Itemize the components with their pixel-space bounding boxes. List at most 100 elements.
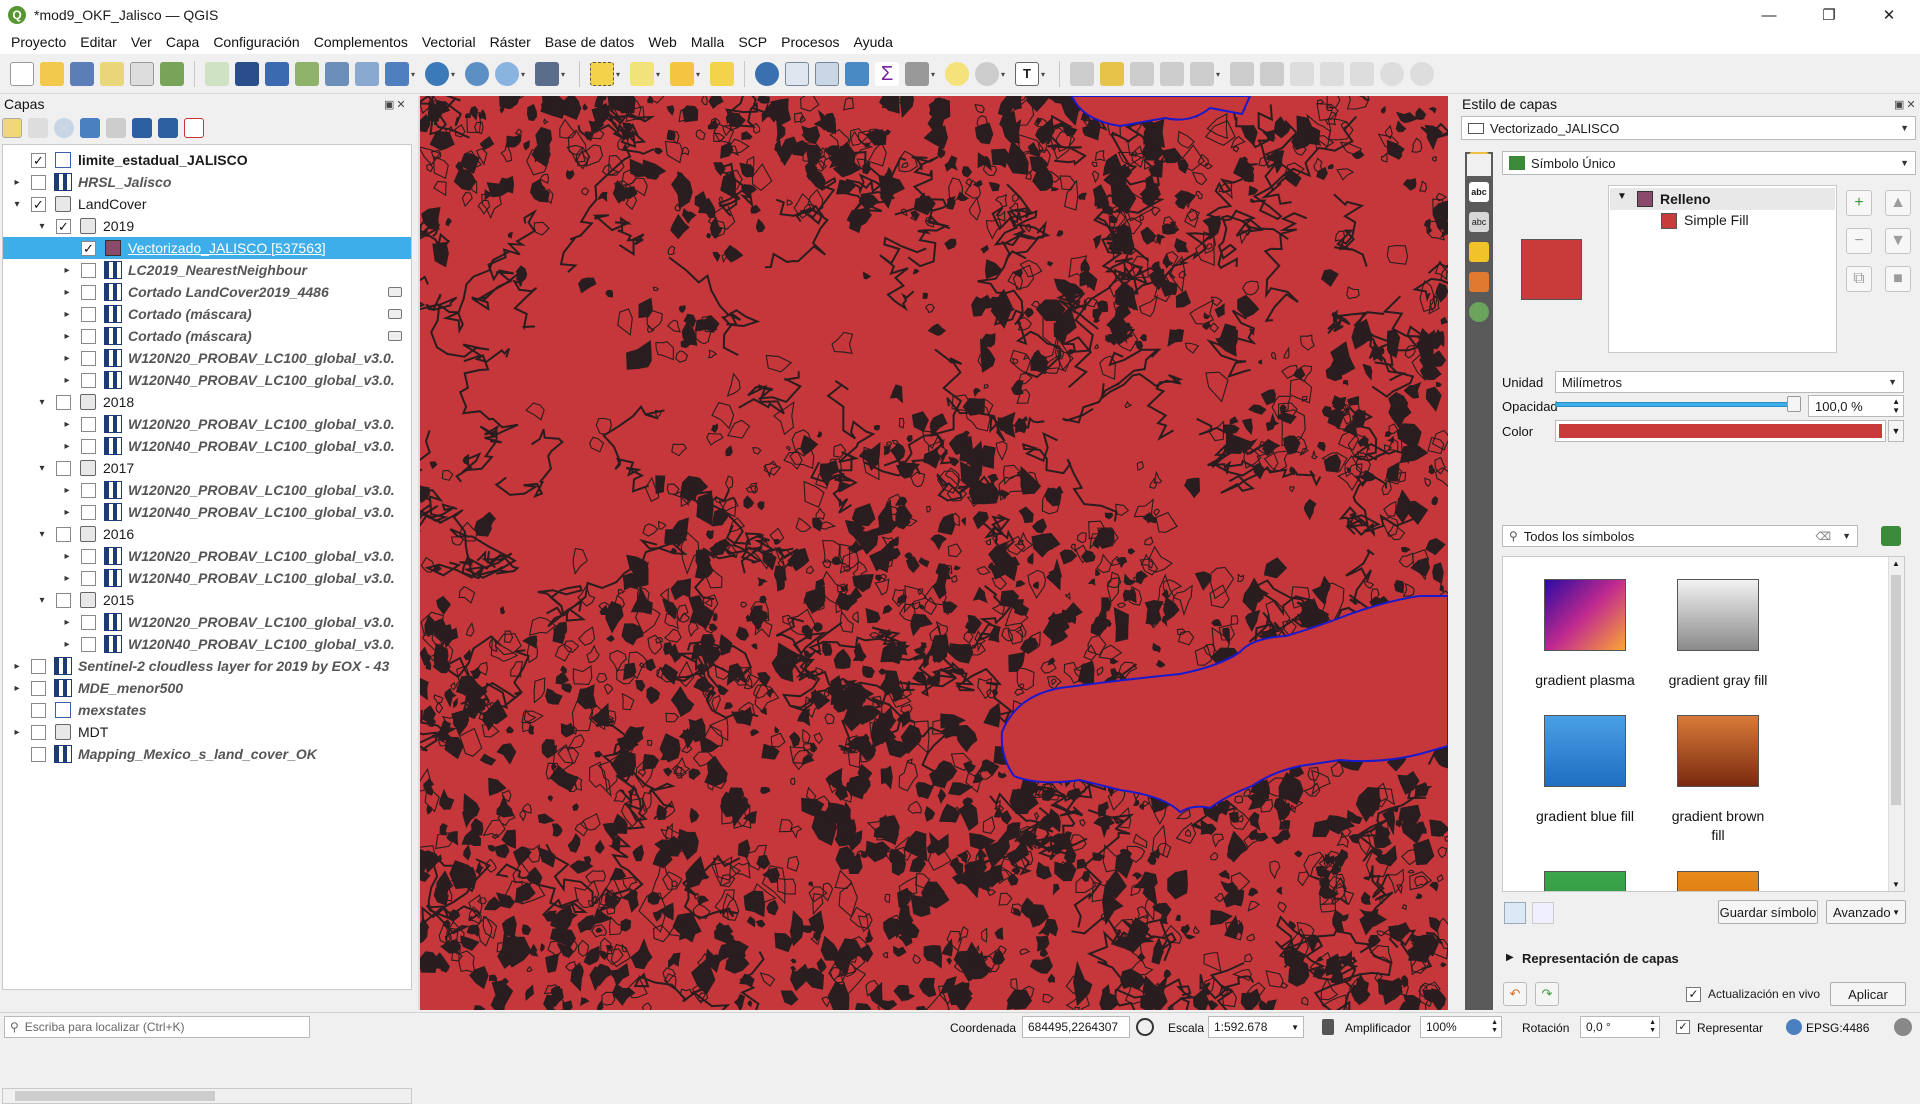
layer-row[interactable]: ▾ ✓ LandCover bbox=[3, 193, 411, 215]
cut-icon[interactable] bbox=[1290, 61, 1314, 86]
symbol-orange-fill[interactable] bbox=[1648, 871, 1788, 891]
new-layer-icon[interactable] bbox=[535, 61, 559, 86]
layer-row[interactable]: ▾ 2015 bbox=[3, 589, 411, 611]
scroll-up-icon[interactable]: ▲ bbox=[1892, 559, 1900, 568]
lock-icon[interactable]: ■ bbox=[1885, 266, 1911, 292]
layer-name[interactable]: 2018 bbox=[103, 394, 134, 410]
chevron-down-icon[interactable]: ▾ bbox=[36, 463, 48, 474]
layer-visibility-checkbox[interactable] bbox=[81, 438, 96, 454]
chevron-down-icon[interactable]: ▾ bbox=[411, 70, 419, 79]
layer-row[interactable]: ▸ W120N20_PROBAV_LC100_global_v3.0. bbox=[3, 347, 411, 369]
layer-visibility-checkbox[interactable] bbox=[31, 658, 46, 674]
symbol-child-label[interactable]: Simple Fill bbox=[1684, 212, 1749, 228]
chevron-right-icon[interactable]: ▸ bbox=[61, 375, 73, 386]
menu-procesos[interactable]: Procesos bbox=[774, 34, 846, 50]
zoom-tool-icon[interactable] bbox=[975, 61, 999, 86]
menu-raster[interactable]: Ráster bbox=[483, 34, 538, 50]
list-view-toggle-icon[interactable] bbox=[1532, 902, 1554, 924]
chevron-right-icon[interactable]: ▸ bbox=[11, 177, 23, 188]
masks-tab-icon[interactable]: abc bbox=[1469, 212, 1489, 232]
symbol-green-fill[interactable] bbox=[1515, 871, 1655, 891]
scrollbar-thumb[interactable] bbox=[1891, 575, 1901, 805]
symbol-search-input[interactable]: ⚲ Todos los símbolos ⌫ ▼ bbox=[1502, 525, 1858, 547]
chevron-right-icon[interactable]: ▸ bbox=[61, 573, 73, 584]
diagrams-tab-icon[interactable] bbox=[1469, 272, 1489, 292]
move-down-icon[interactable]: ▼ bbox=[1885, 228, 1911, 254]
measure-icon[interactable] bbox=[905, 61, 929, 86]
copy-icon[interactable] bbox=[1320, 61, 1344, 86]
layer-rendering-section[interactable]: Representación de capas bbox=[1522, 951, 1679, 966]
layer-name[interactable]: 2016 bbox=[103, 526, 134, 542]
menu-proyecto[interactable]: Proyecto bbox=[4, 34, 73, 50]
dock-close-icon[interactable]: ▣✕ bbox=[384, 98, 408, 111]
layer-row[interactable]: ▸ W120N20_PROBAV_LC100_global_v3.0. bbox=[3, 413, 411, 435]
embedded-widget-icon[interactable] bbox=[388, 287, 402, 297]
add-symbol-layer-icon[interactable]: + bbox=[1846, 190, 1872, 216]
render-checkbox[interactable]: ✓ bbox=[1676, 1020, 1690, 1034]
layer-name[interactable]: 2019 bbox=[103, 218, 134, 234]
layer-name[interactable]: mexstates bbox=[78, 702, 147, 718]
add-postgis-icon[interactable] bbox=[355, 61, 379, 86]
layer-name[interactable]: MDT bbox=[78, 724, 108, 740]
layer-visibility-checkbox[interactable]: ✓ bbox=[81, 240, 96, 256]
minimize-button[interactable]: — bbox=[1746, 0, 1792, 30]
lock-scale-icon[interactable] bbox=[1322, 1019, 1334, 1035]
add-wms-icon[interactable] bbox=[385, 61, 409, 86]
layer-visibility-checkbox[interactable] bbox=[31, 702, 46, 718]
symbol-gallery[interactable]: gradient plasma gradient gray fill gradi… bbox=[1502, 556, 1905, 892]
redo-icon[interactable]: ↷ bbox=[1535, 982, 1559, 1006]
unit-select[interactable]: Milímetros ▼ bbox=[1555, 371, 1904, 393]
layer-name[interactable]: W120N20_PROBAV_LC100_global_v3.0. bbox=[128, 614, 395, 630]
text-annotation-icon[interactable]: T bbox=[1015, 61, 1039, 86]
layer-row[interactable]: ▾ ✓ 2019 bbox=[3, 215, 411, 237]
zoom-to-selection-icon[interactable] bbox=[710, 61, 734, 86]
coordinate-toggle-icon[interactable] bbox=[1136, 1018, 1154, 1036]
layer-visibility-checkbox[interactable] bbox=[81, 636, 96, 652]
processing-toolbox-icon[interactable] bbox=[845, 61, 869, 86]
chevron-down-icon[interactable]: ▾ bbox=[451, 70, 459, 79]
modify-attributes-icon[interactable] bbox=[1230, 61, 1254, 86]
labels-tab-icon[interactable]: abc bbox=[1469, 182, 1489, 202]
scrollbar-thumb[interactable] bbox=[15, 1091, 215, 1101]
undo-icon[interactable]: ↶ bbox=[1503, 982, 1527, 1006]
chevron-down-icon[interactable]: ▾ bbox=[931, 70, 939, 79]
layer-row[interactable]: ▸ W120N40_PROBAV_LC100_global_v3.0. bbox=[3, 369, 411, 391]
layer-name[interactable]: W120N40_PROBAV_LC100_global_v3.0. bbox=[128, 570, 395, 586]
crs-label[interactable]: EPSG:4486 bbox=[1806, 1021, 1869, 1035]
layer-name[interactable]: Cortado LandCover2019_4486 bbox=[128, 284, 329, 300]
new-print-layout-icon[interactable] bbox=[100, 61, 124, 86]
chevron-right-icon[interactable]: ▶ bbox=[1506, 952, 1514, 963]
symbol-gradient-gray-fill[interactable]: gradient gray fill bbox=[1648, 579, 1788, 690]
redo-icon[interactable] bbox=[1410, 61, 1434, 86]
digitize-icon[interactable] bbox=[1070, 61, 1094, 86]
layer-name[interactable]: 2015 bbox=[103, 592, 134, 608]
apply-button[interactable]: Aplicar bbox=[1830, 982, 1906, 1006]
gallery-scrollbar[interactable]: ▲ ▼ bbox=[1888, 557, 1904, 891]
style-manager-icon[interactable] bbox=[160, 61, 184, 86]
chevron-down-icon[interactable]: ▼ bbox=[1617, 191, 1627, 202]
menu-configuracion[interactable]: Configuración bbox=[206, 34, 306, 50]
deselect-icon[interactable] bbox=[670, 61, 694, 86]
layer-name[interactable]: HRSL_Jalisco bbox=[78, 174, 171, 190]
chevron-right-icon[interactable]: ▸ bbox=[11, 661, 23, 672]
layer-row[interactable]: ▸ MDT bbox=[3, 721, 411, 743]
menu-capa[interactable]: Capa bbox=[159, 34, 206, 50]
layer-row[interactable]: ✓ Vectorizado_JALISCO [537563] bbox=[3, 237, 411, 259]
collapse-all-icon[interactable] bbox=[158, 118, 178, 138]
layer-visibility-checkbox[interactable] bbox=[31, 724, 46, 740]
layer-row[interactable]: ▸ LC2019_NearestNeighbour bbox=[3, 259, 411, 281]
layer-visibility-checkbox[interactable] bbox=[81, 416, 96, 432]
chevron-right-icon[interactable]: ▸ bbox=[61, 353, 73, 364]
select-features-icon[interactable] bbox=[590, 61, 614, 86]
remove-symbol-layer-icon[interactable]: − bbox=[1846, 228, 1872, 254]
chevron-right-icon[interactable]: ▸ bbox=[61, 309, 73, 320]
manage-map-themes-icon[interactable] bbox=[54, 118, 74, 138]
layer-name[interactable]: limite_estadual_JALISCO bbox=[78, 152, 248, 168]
layer-name[interactable]: W120N40_PROBAV_LC100_global_v3.0. bbox=[128, 504, 395, 520]
identify-icon[interactable] bbox=[755, 61, 779, 86]
locator-search-input[interactable]: ⚲ Escriba para localizar (Ctrl+K) bbox=[4, 1016, 310, 1038]
layer-row[interactable]: ▸ Sentinel-2 cloudless layer for 2019 by … bbox=[3, 655, 411, 677]
restore-button[interactable]: ❐ bbox=[1806, 0, 1852, 30]
opacity-spinbox[interactable]: 100,0 % ▲ ▼ bbox=[1808, 395, 1904, 417]
layer-row[interactable]: ▸ W120N40_PROBAV_LC100_global_v3.0. bbox=[3, 567, 411, 589]
